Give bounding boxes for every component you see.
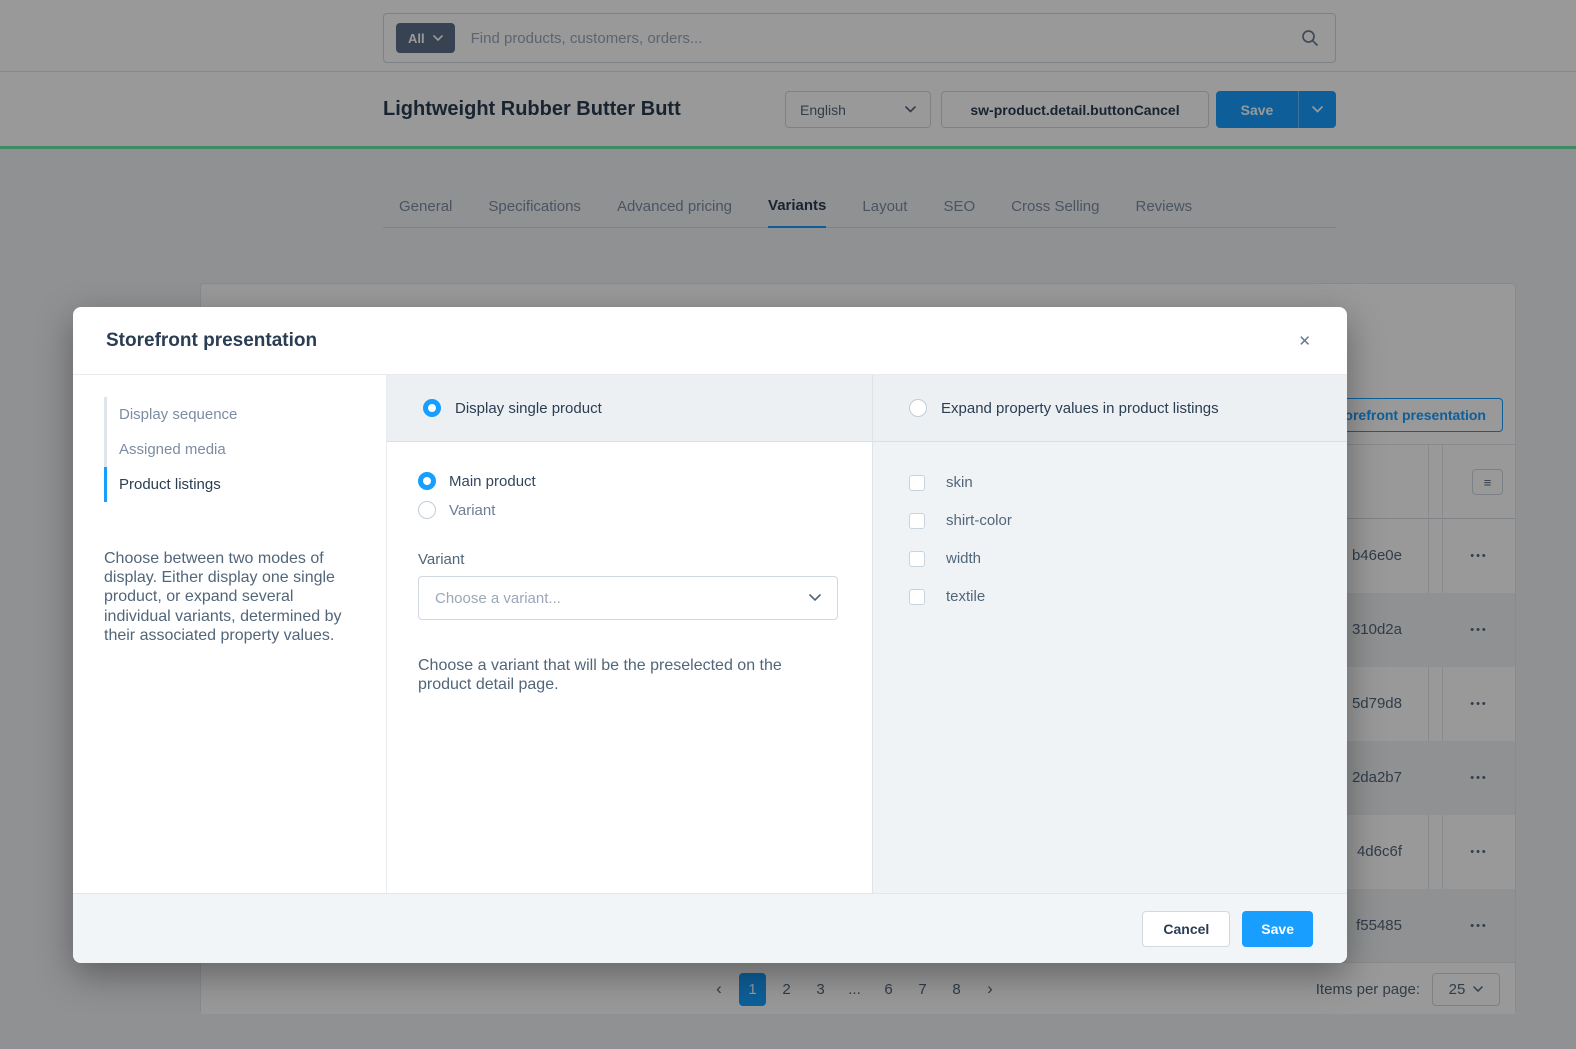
chevron-down-icon: [809, 594, 821, 602]
mode-description: Choose between two modes of display. Eit…: [104, 549, 360, 645]
variant-field-label: Variant: [418, 551, 872, 568]
variant-radio-row[interactable]: Variant: [418, 501, 872, 519]
property-label: textile: [946, 588, 985, 605]
property-row-width[interactable]: width: [909, 550, 1347, 567]
single-product-option-header[interactable]: Display single product: [387, 375, 872, 442]
property-row-textile[interactable]: textile: [909, 588, 1347, 605]
modal-title: Storefront presentation: [106, 330, 317, 352]
close-icon[interactable]: ✕: [1298, 332, 1311, 350]
radio-selected-icon[interactable]: [423, 399, 441, 417]
single-product-body: Main product Variant Variant Choose a va…: [387, 442, 872, 893]
modal-sidebar: Display sequence Assigned media Product …: [73, 375, 387, 893]
modal-header: Storefront presentation ✕: [73, 307, 1347, 375]
nav-item-assigned-media[interactable]: Assigned media: [104, 432, 386, 467]
variant-radio-label: Variant: [449, 502, 495, 519]
radio-unselected-icon[interactable]: [909, 399, 927, 417]
variant-select[interactable]: Choose a variant...: [418, 576, 838, 620]
nav-item-display-sequence[interactable]: Display sequence: [104, 397, 386, 432]
property-label: skin: [946, 474, 973, 491]
expand-option-label: Expand property values in product listin…: [941, 400, 1219, 417]
modal-save-button[interactable]: Save: [1242, 911, 1313, 947]
modal-footer: Cancel Save: [73, 893, 1347, 963]
storefront-presentation-modal: Storefront presentation ✕ Display sequen…: [73, 307, 1347, 963]
main-product-label: Main product: [449, 473, 536, 490]
expand-properties-body: skin shirt-color width textile: [873, 442, 1347, 893]
single-product-option-label: Display single product: [455, 400, 602, 417]
display-single-product-column: Display single product Main product Vari…: [387, 375, 873, 893]
property-label: width: [946, 550, 981, 567]
checkbox-unchecked-icon[interactable]: [909, 551, 925, 567]
variant-helper-text: Choose a variant that will be the presel…: [418, 656, 820, 694]
checkbox-unchecked-icon[interactable]: [909, 475, 925, 491]
modal-cancel-button[interactable]: Cancel: [1142, 911, 1230, 947]
radio-unselected-icon[interactable]: [418, 501, 436, 519]
checkbox-unchecked-icon[interactable]: [909, 513, 925, 529]
main-product-radio-row[interactable]: Main product: [418, 472, 872, 490]
property-row-skin[interactable]: skin: [909, 474, 1347, 491]
nav-item-product-listings[interactable]: Product listings: [104, 467, 386, 502]
checkbox-unchecked-icon[interactable]: [909, 589, 925, 605]
app: All Lightweight Rubber Butter Butt Engli…: [0, 0, 1576, 1049]
property-label: shirt-color: [946, 512, 1012, 529]
modal-nav: Display sequence Assigned media Product …: [104, 397, 386, 502]
expand-properties-column: Expand property values in product listin…: [873, 375, 1347, 893]
radio-selected-icon[interactable]: [418, 472, 436, 490]
expand-option-header[interactable]: Expand property values in product listin…: [873, 375, 1347, 442]
variant-select-placeholder: Choose a variant...: [435, 590, 561, 607]
property-row-shirt-color[interactable]: shirt-color: [909, 512, 1347, 529]
modal-body: Display sequence Assigned media Product …: [73, 375, 1347, 893]
